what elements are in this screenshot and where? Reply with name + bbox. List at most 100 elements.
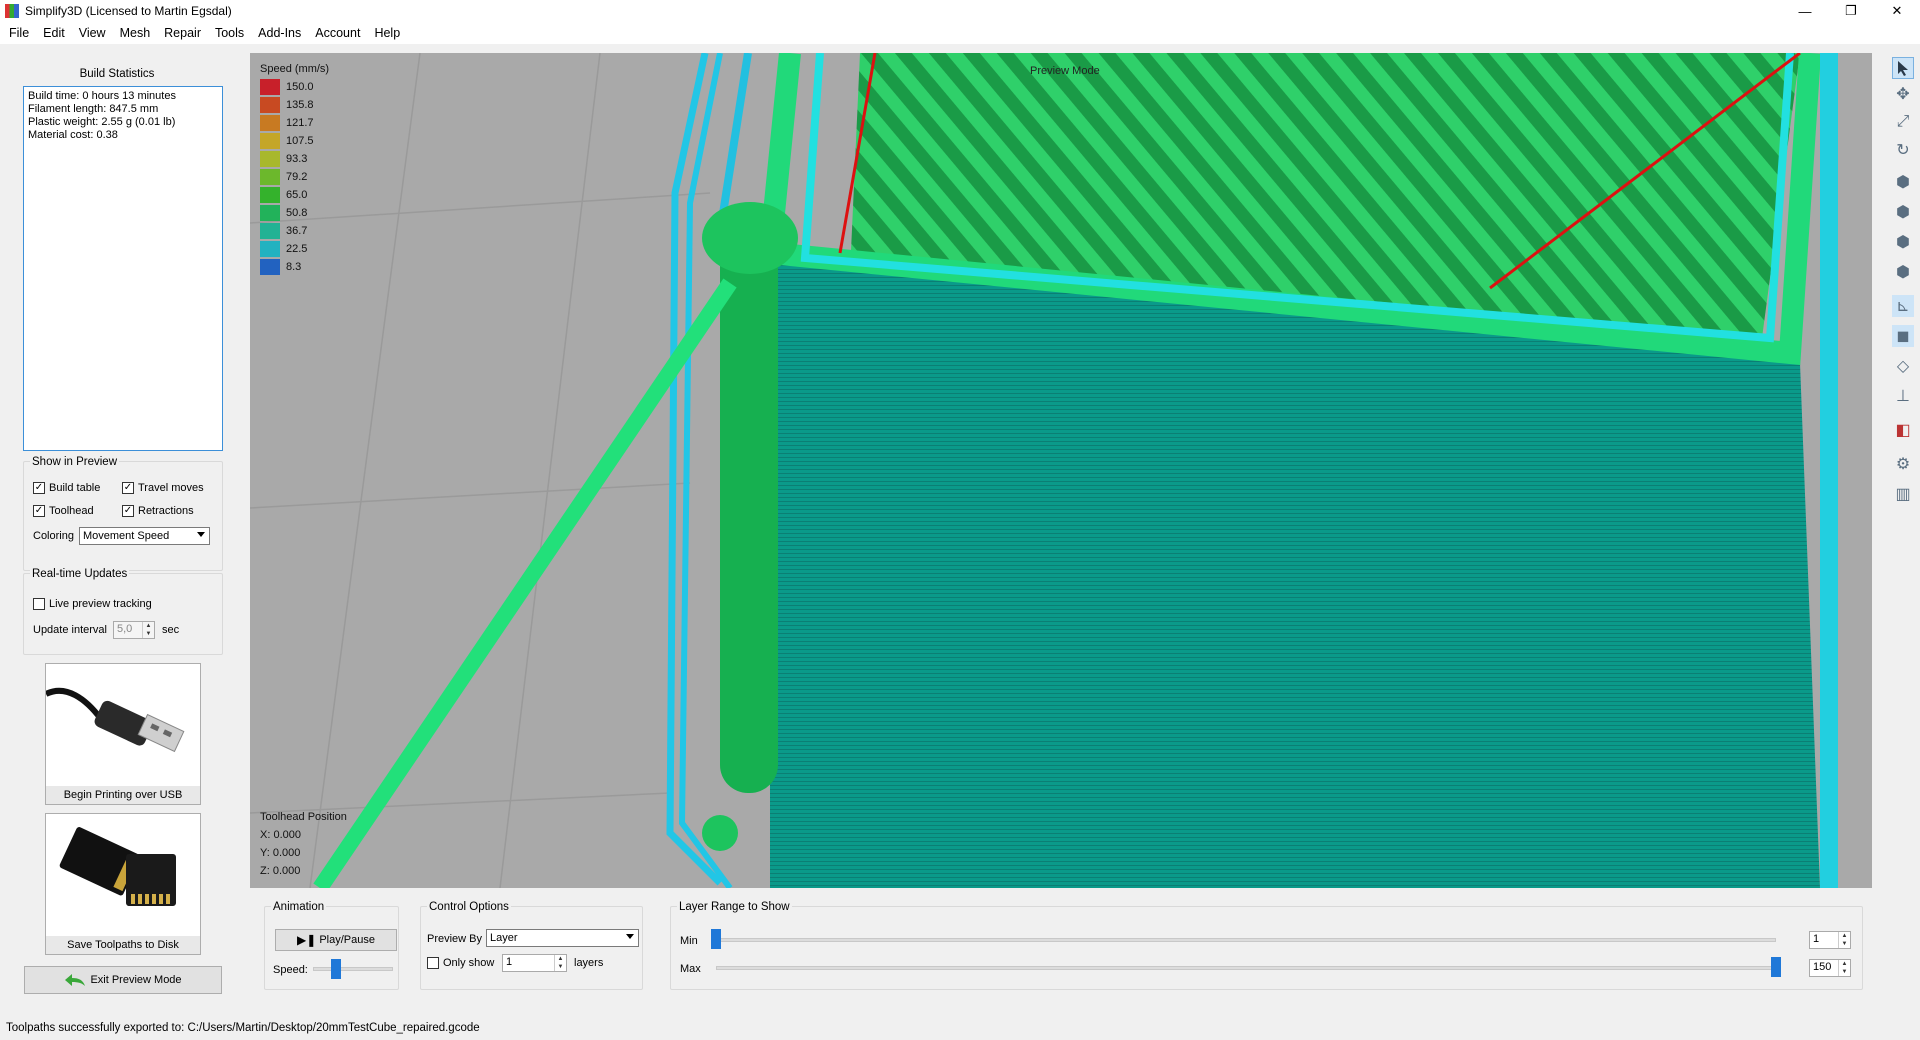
realtime-updates-group: Real-time Updates Live preview tracking …	[23, 568, 223, 655]
only-show-value: 1	[506, 956, 513, 968]
min-layer-input[interactable]: 1 ▲ ▼	[1809, 931, 1851, 949]
save-toolpaths-button[interactable]: Save Toolpaths to Disk	[45, 813, 201, 955]
begin-printing-usb-button[interactable]: Begin Printing over USB	[45, 663, 201, 805]
build-statistics-box[interactable]: Build time: 0 hours 13 minutes Filament …	[23, 86, 223, 451]
legend-swatch	[260, 241, 280, 257]
speed-slider-track[interactable]	[313, 967, 393, 971]
only-show-checkbox[interactable]: Only show	[427, 957, 494, 969]
live-preview-tracking-checkbox[interactable]: Live preview tracking	[33, 598, 152, 610]
spinner-arrows-icon: ▲ ▼	[1838, 960, 1850, 976]
legend-swatch	[260, 187, 280, 203]
play-pause-button[interactable]: ▶❚ Play/Pause	[275, 929, 397, 951]
min-slider-track[interactable]	[716, 938, 1776, 942]
preview-by-select[interactable]: Layer	[486, 929, 639, 947]
view-right-icon[interactable]: ⬢	[1892, 261, 1914, 283]
coloring-select[interactable]: Movement Speed	[79, 527, 210, 545]
spinner-arrows-icon: ▲ ▼	[1838, 932, 1850, 948]
legend-row: 8.3	[260, 258, 329, 276]
only-show-layers-input[interactable]: 1 ▲ ▼	[502, 954, 567, 972]
select-icon[interactable]	[1892, 57, 1914, 79]
only-show-label: Only show	[443, 957, 495, 969]
min-slider-thumb[interactable]	[711, 929, 721, 949]
checkbox-mark: ✓	[33, 482, 45, 494]
toolhead-x: X: 0.000	[260, 829, 301, 841]
exit-preview-mode-button[interactable]: Exit Preview Mode	[24, 966, 222, 994]
play-pause-icon: ▶❚	[297, 933, 317, 947]
settings-gear-icon[interactable]: ⚙	[1892, 453, 1914, 475]
menu-add-ins[interactable]: Add-Ins	[251, 26, 308, 40]
toolpath-render	[250, 53, 1872, 888]
play-pause-label: Play/Pause	[319, 934, 375, 946]
restore-button[interactable]: ❐	[1828, 0, 1874, 22]
preview-viewport[interactable]: Speed (mm/s) 150.0 135.8 121.7 107.5 93.3 79.…	[250, 53, 1872, 888]
legend-value: 8.3	[286, 261, 302, 273]
animation-group: Animation ▶❚ Play/Pause Speed:	[264, 901, 399, 990]
scale-icon[interactable]: ⤢	[1892, 111, 1914, 133]
chevron-down-icon	[197, 532, 205, 537]
window-title: Simplify3D (Licensed to Martin Egsdal)	[25, 4, 232, 18]
wireframe-cube-icon[interactable]: ◇	[1892, 355, 1914, 377]
retractions-checkbox[interactable]: ✓ Retractions	[122, 505, 194, 517]
min-label: Min	[680, 935, 698, 947]
max-slider-thumb[interactable]	[1771, 957, 1781, 977]
max-layer-value: 150	[1813, 961, 1832, 973]
max-layer-input[interactable]: 150 ▲ ▼	[1809, 959, 1851, 977]
z-axis-icon[interactable]: ⊥	[1892, 385, 1914, 407]
build-table-checkbox[interactable]: ✓ Build table	[33, 482, 100, 494]
minimize-button[interactable]: —	[1782, 0, 1828, 22]
sd-card-image	[46, 814, 200, 936]
menu-file[interactable]: File	[2, 26, 36, 40]
checkbox-mark: ✓	[122, 505, 134, 517]
menu-account[interactable]: Account	[308, 26, 367, 40]
update-interval-value: 5,0	[117, 623, 133, 635]
menu-repair[interactable]: Repair	[157, 26, 208, 40]
realtime-updates-title: Real-time Updates	[30, 568, 130, 580]
exit-button-label: Exit Preview Mode	[90, 974, 182, 986]
axes-icon[interactable]: ⊾	[1892, 295, 1914, 317]
layer-range-group: Layer Range to Show Min 1 ▲ ▼ Max 150 ▲ ▼	[670, 901, 1863, 990]
legend-swatch	[260, 205, 280, 221]
coloring-value: Movement Speed	[83, 530, 170, 542]
menu-view[interactable]: View	[72, 26, 113, 40]
menu-help[interactable]: Help	[367, 26, 407, 40]
app-logo-icon	[5, 4, 19, 18]
cross-section-icon[interactable]: ◧	[1892, 419, 1914, 441]
solid-cube-icon[interactable]: ◼	[1892, 325, 1914, 347]
menu-edit[interactable]: Edit	[36, 26, 72, 40]
usb-cable-image	[46, 664, 200, 786]
close-button[interactable]: ✕	[1874, 0, 1920, 22]
rotate-icon[interactable]: ↻	[1892, 139, 1914, 161]
preview-by-value: Layer	[490, 932, 518, 944]
view-top-icon[interactable]: ⬢	[1892, 201, 1914, 223]
update-interval-input[interactable]: 5,0 ▲ ▼	[113, 621, 155, 639]
legend-value: 121.7	[286, 117, 314, 129]
left-panel: Build Statistics Build time: 0 hours 13 …	[10, 53, 224, 1003]
legend-value: 150.0	[286, 81, 314, 93]
legend-swatch	[260, 79, 280, 95]
legend-row: 50.8	[260, 204, 329, 222]
stat-plastic-weight: Plastic weight: 2.55 g (0.01 lb)	[28, 116, 176, 128]
legend-swatch	[260, 169, 280, 185]
min-layer-value: 1	[1813, 933, 1820, 945]
preview-mode-label: Preview Mode	[1030, 65, 1100, 77]
legend-row: 65.0	[260, 186, 329, 204]
status-bar: Toolpaths successfully exported to: C:/U…	[6, 1022, 480, 1034]
toolhead-z: Z: 0.000	[260, 865, 301, 877]
legend-row: 150.0	[260, 78, 329, 96]
menu-mesh[interactable]: Mesh	[113, 26, 158, 40]
checkbox-mark: ✓	[122, 482, 134, 494]
legend-swatch	[260, 151, 280, 167]
speed-slider-thumb[interactable]	[330, 959, 341, 979]
legend-value: 65.0	[286, 189, 308, 201]
max-slider-track[interactable]	[716, 966, 1776, 970]
view-left-icon[interactable]: ⬢	[1892, 231, 1914, 253]
usb-button-label: Begin Printing over USB	[63, 789, 183, 801]
menu-tools[interactable]: Tools	[208, 26, 251, 40]
toolhead-checkbox[interactable]: ✓ Toolhead	[33, 505, 94, 517]
view-front-icon[interactable]: ⬢	[1892, 171, 1914, 193]
travel-moves-checkbox[interactable]: ✓ Travel moves	[122, 482, 204, 494]
layer-range-title: Layer Range to Show	[677, 901, 792, 913]
toolhead-position: Toolhead Position X: 0.000 Y: 0.000 Z: 0…	[260, 808, 347, 880]
build-plate-icon[interactable]: ▥	[1892, 483, 1914, 505]
move-icon[interactable]: ✥	[1892, 83, 1914, 105]
